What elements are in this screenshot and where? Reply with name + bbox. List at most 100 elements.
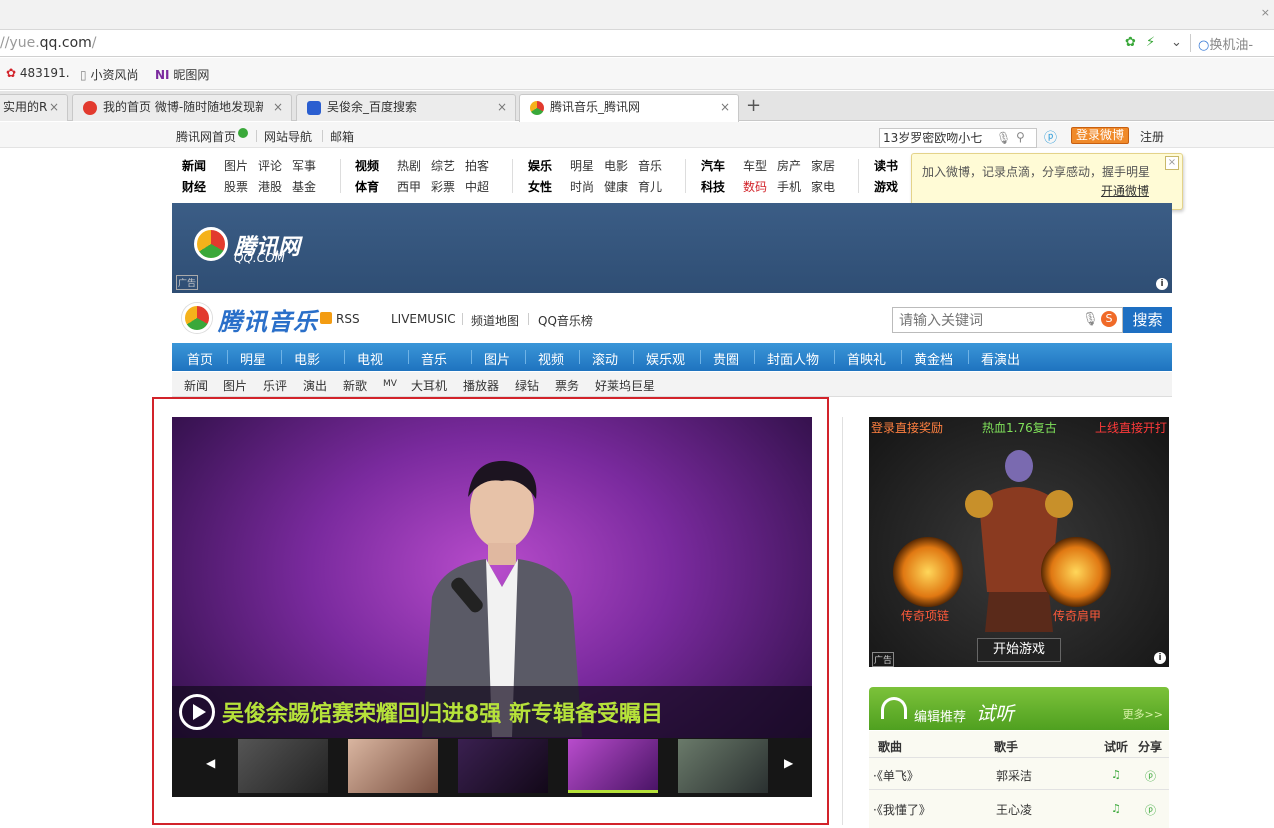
channel-link[interactable]: 家电 — [811, 178, 835, 195]
channel-finance[interactable]: 财经 — [182, 178, 206, 195]
channel-news[interactable]: 新闻 — [182, 157, 206, 174]
hero-headline[interactable]: 吴俊余踢馆赛荣耀回归进8强 新专辑备受瞩目 — [222, 696, 663, 728]
tab-2[interactable]: 我的首页 微博-随时随地发现新 × — [72, 94, 292, 121]
weibo-small-icon[interactable]: ⓟ — [1044, 127, 1057, 146]
site-nav-link[interactable]: 网站导航 — [264, 128, 312, 145]
refresh-icon[interactable]: ✿ — [1125, 35, 1136, 50]
register-link[interactable]: 注册 — [1140, 128, 1164, 145]
channel-link[interactable]: 拍客 — [465, 157, 489, 174]
channel-link[interactable]: 中超 — [465, 178, 489, 195]
info-icon[interactable]: i — [1154, 652, 1166, 664]
mail-link[interactable]: 邮箱 — [330, 128, 354, 145]
window-close-icon[interactable]: × — [1261, 6, 1270, 19]
bookmark-weibo[interactable]: ✿ 483191. — [6, 66, 70, 80]
channel-link[interactable]: 热剧 — [397, 157, 421, 174]
thumbnail[interactable] — [458, 739, 548, 793]
tab-close-icon[interactable]: × — [720, 95, 730, 120]
share-icon[interactable]: ⓟ — [1145, 802, 1156, 818]
nav-premiere[interactable]: 首映礼 — [847, 349, 886, 368]
new-tab-button[interactable]: + — [746, 95, 761, 116]
search-icon[interactable]: ⚲ — [1016, 130, 1025, 144]
browser-search-box[interactable]: ○换机油- — [1198, 34, 1253, 53]
listen-icon[interactable]: ♫ — [1111, 768, 1121, 781]
rss-link[interactable]: RSS — [336, 312, 360, 326]
channel-link[interactable]: 时尚 — [570, 178, 594, 195]
song-link[interactable]: ·《我懂了》 — [873, 801, 931, 818]
channel-women[interactable]: 女性 — [528, 178, 552, 195]
url-text[interactable]: //yue.qq.com/ — [0, 35, 97, 51]
open-weibo-link[interactable]: 开通微博 — [1101, 182, 1149, 199]
channel-link[interactable]: 港股 — [258, 178, 282, 195]
nav-home[interactable]: 首页 — [187, 349, 213, 368]
start-game-button[interactable]: 开始游戏 — [977, 638, 1061, 662]
tab-close-icon[interactable]: × — [273, 95, 283, 120]
channel-link[interactable]: 健康 — [604, 178, 628, 195]
channel-link[interactable]: 育儿 — [638, 178, 662, 195]
microphone-icon[interactable]: 🎙 — [1082, 312, 1099, 327]
music-site-title[interactable]: 腾讯音乐 — [218, 302, 318, 337]
subnav-link[interactable]: 新闻 — [184, 377, 208, 394]
chevron-down-icon[interactable]: ⌄ — [1171, 35, 1182, 50]
qq-search-input[interactable]: 13岁罗密欧吻小七 — [879, 128, 1037, 148]
bookmark-xiaozi[interactable]: ▯ 小资风尚 — [80, 66, 138, 83]
nav-cover[interactable]: 封面人物 — [767, 349, 819, 368]
thumbnail[interactable] — [348, 739, 438, 793]
nav-shows[interactable]: 看演出 — [981, 349, 1020, 368]
subnav-link[interactable]: 票务 — [555, 377, 579, 394]
search-button[interactable]: 搜索 — [1123, 307, 1172, 333]
channel-link[interactable]: 图片 — [224, 157, 248, 174]
microphone-icon[interactable]: 🎙 — [996, 131, 1011, 145]
tab-3[interactable]: 吴俊余_百度搜索 × — [296, 94, 516, 121]
thumbnail[interactable] — [678, 739, 768, 793]
ad-banner[interactable]: 腾讯网 QQ.COM 广告 i — [172, 203, 1172, 293]
subnav-link[interactable]: MV — [383, 379, 397, 389]
play-icon[interactable] — [179, 694, 215, 730]
nav-view[interactable]: 娱乐观 — [646, 349, 685, 368]
listen-icon[interactable]: ♫ — [1111, 802, 1121, 815]
channel-link[interactable]: 明星 — [570, 157, 594, 174]
channel-link[interactable]: 西甲 — [397, 178, 421, 195]
more-link[interactable]: 更多>> — [1123, 706, 1163, 722]
lightning-icon[interactable]: ⚡ — [1146, 35, 1155, 50]
nav-pictures[interactable]: 图片 — [484, 349, 510, 368]
channel-map-link[interactable]: 频道地图 — [471, 312, 519, 329]
game-ad[interactable]: 登录直接奖励 热血1.76复古 上线直接开打 传奇项链 传奇肩甲 开始游戏 广告… — [869, 417, 1169, 667]
song-link[interactable]: ·《单飞》 — [873, 767, 919, 784]
channel-link[interactable]: 股票 — [224, 178, 248, 195]
nav-primetime[interactable]: 黄金档 — [914, 349, 953, 368]
channel-link[interactable]: 家居 — [811, 157, 835, 174]
channel-sports[interactable]: 体育 — [355, 178, 379, 195]
address-bar[interactable]: //yue.qq.com/ ✿ ⚡ ⌄ ○换机油- — [0, 30, 1274, 57]
subnav-link[interactable]: 新歌 — [343, 377, 367, 394]
next-arrow-icon[interactable]: ▶ — [784, 756, 793, 770]
nav-video[interactable]: 视频 — [538, 349, 564, 368]
channel-link[interactable]: 综艺 — [431, 157, 455, 174]
subnav-link[interactable]: 播放器 — [463, 377, 499, 394]
channel-tech[interactable]: 科技 — [701, 178, 725, 195]
livemusic-link[interactable]: LIVEMUSIC — [391, 312, 456, 326]
singer-link[interactable]: 郭采洁 — [996, 767, 1032, 784]
subnav-link[interactable]: 图片 — [223, 377, 247, 394]
channel-link[interactable]: 数码 — [743, 178, 767, 195]
thumbnail-active[interactable] — [568, 739, 658, 793]
subnav-link[interactable]: 演出 — [303, 377, 327, 394]
qq-music-logo-icon[interactable] — [182, 303, 212, 333]
channel-games[interactable]: 游戏 — [874, 178, 898, 195]
share-icon[interactable]: ⓟ — [1145, 768, 1156, 784]
channel-link[interactable]: 电影 — [604, 157, 628, 174]
channel-auto[interactable]: 汽车 — [701, 157, 725, 174]
channel-link[interactable]: 手机 — [777, 178, 801, 195]
channel-link[interactable]: 评论 — [258, 157, 282, 174]
subnav-link[interactable]: 好莱坞巨星 — [595, 377, 655, 394]
channel-link[interactable]: 军事 — [292, 157, 316, 174]
subnav-link[interactable]: 乐评 — [263, 377, 287, 394]
thumbnail[interactable] — [238, 739, 328, 793]
nav-stars[interactable]: 明星 — [240, 349, 266, 368]
nav-rolling[interactable]: 滚动 — [592, 349, 618, 368]
channel-link[interactable]: 房产 — [777, 157, 801, 174]
rss-icon[interactable] — [320, 312, 332, 324]
channel-video[interactable]: 视频 — [355, 157, 379, 174]
login-weibo-button[interactable]: 登录微博 — [1071, 127, 1129, 144]
qq-chart-link[interactable]: QQ音乐榜 — [538, 312, 593, 329]
channel-books[interactable]: 读书 — [874, 157, 898, 174]
